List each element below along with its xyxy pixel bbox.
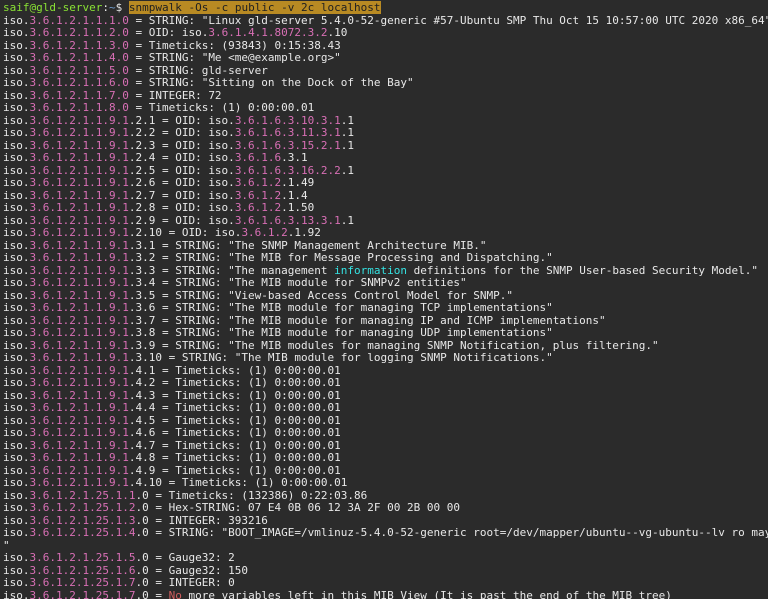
oid: 3.6.1.2.1.25.1.5 [30,551,136,564]
oid: 3.6.1.2.1.25.1.4 [30,526,136,539]
oid: 3.6.1.2.1.25.1.1 [30,489,136,502]
oid: 3.6.1.2.1.25.1.2 [30,501,136,514]
oid: 3.6.1.2.1.1.9.1 [30,464,129,477]
oid: 3.6.1.2.1.1.9.1 [30,476,129,489]
command-name: snmpwalk [129,1,182,14]
oid: 3.6.1.6 [235,151,281,164]
oid: 3.6.1.2.1.1.5.0 [30,64,129,77]
oid: 3.6.1.2 [235,189,281,202]
oid: 3.6.1.2.1.1.9.1 [30,451,129,464]
oid: 3.6.1.2.1.1.9.1 [30,376,129,389]
oid: 3.6.1.2 [235,176,281,189]
prompt-user: saif [3,1,30,14]
oid: 3.6.1.2.1.1.9.1 [30,126,129,139]
oid: 3.6.1.2.1.1.9.1 [30,301,129,314]
oid: 3.6.1.2.1.1.9.1 [30,239,129,252]
command-opts: -Os -c public -v 2c [182,1,321,14]
oid: 3.6.1.2.1.1.9.1 [30,439,129,452]
oid: 3.6.1.2.1.1.7.0 [30,89,129,102]
output-line: iso.3.6.1.2.1.25.1.4.0 = STRING: "BOOT_I… [3,527,765,540]
oid: 3.6.1.4.1.8072.3.2 [208,26,327,39]
command-target: localhost [321,1,381,14]
oid: 3.6.1.2.1.1.9.1 [30,389,129,402]
oid: 3.6.1.2.1.1.9.1 [30,314,129,327]
oid: 3.6.1.2.1.1.9.1 [30,264,129,277]
oid: 3.6.1.2.1.1.9.1 [30,226,129,239]
command-highlight: snmpwalk -Os -c public -v 2c localhost [129,1,381,14]
oid: 3.6.1.2.1.1.9.1 [30,214,129,227]
oid: 3.6.1.2 [235,201,281,214]
oid: 3.6.1.2.1.25.1.6 [30,564,136,577]
oid: 3.6.1.2.1.1.3.0 [30,39,129,52]
oid: 3.6.1.2.1.1.8.0 [30,101,129,114]
oid: 3.6.1.2.1.1.2.0 [30,26,129,39]
terminal-output[interactable]: saif@gld-server:~$ snmpwalk -Os -c publi… [0,0,768,599]
oid: 3.6.1.2.1.1.9.1 [30,251,129,264]
oid: 3.6.1.2.1.1.9.1 [30,339,129,352]
oid: 3.6.1.2.1.1.9.1 [30,414,129,427]
oid: 3.6.1.2.1.1.9.1 [30,364,129,377]
oid: 3.6.1.2.1.1.6.0 [30,76,129,89]
oid: 3.6.1.2.1.1.9.1 [30,189,129,202]
prompt-path: ~ [109,1,116,14]
oid: 3.6.1.2.1.25.1.7 [30,589,136,599]
oid: 3.6.1.2.1.25.1.3 [30,514,136,527]
prompt-host: gld-server [36,1,102,14]
oid: 3.6.1.2.1.1.9.1 [30,164,129,177]
oid: 3.6.1.2 [241,226,287,239]
oid: 3.6.1.2.1.1.9.1 [30,401,129,414]
oid: 3.6.1.2.1.1.9.1 [30,289,129,302]
oid: 3.6.1.2.1.1.9.1 [30,151,129,164]
oid: 3.6.1.2.1.1.1.0 [30,14,129,27]
oid: 3.6.1.2.1.1.9.1 [30,114,129,127]
oid: 3.6.1.2.1.1.9.1 [30,426,129,439]
oid: 3.6.1.2.1.1.9.1 [30,201,129,214]
oid: 3.6.1.2.1.1.9.1 [30,276,129,289]
output-line: iso.3.6.1.2.1.25.1.7.0 = No more variabl… [3,590,765,599]
oid: 3.6.1.2.1.1.4.0 [30,51,129,64]
oid: 3.6.1.2.1.1.9.1 [30,139,129,152]
oid: 3.6.1.6.3.16.2.2 [235,164,341,177]
oid: 3.6.1.6.3.10.3.1 [235,114,341,127]
oid: 3.6.1.6.3.11.3.1 [235,126,341,139]
oid: 3.6.1.2.1.1.9.1 [30,176,129,189]
oid: 3.6.1.2.1.1.9.1 [30,351,129,364]
oid: 3.6.1.2.1.25.1.7 [30,576,136,589]
oid: 3.6.1.6.3.15.2.1 [235,139,341,152]
oid: 3.6.1.2.1.1.9.1 [30,326,129,339]
oid: 3.6.1.6.3.13.3.1 [235,214,341,227]
